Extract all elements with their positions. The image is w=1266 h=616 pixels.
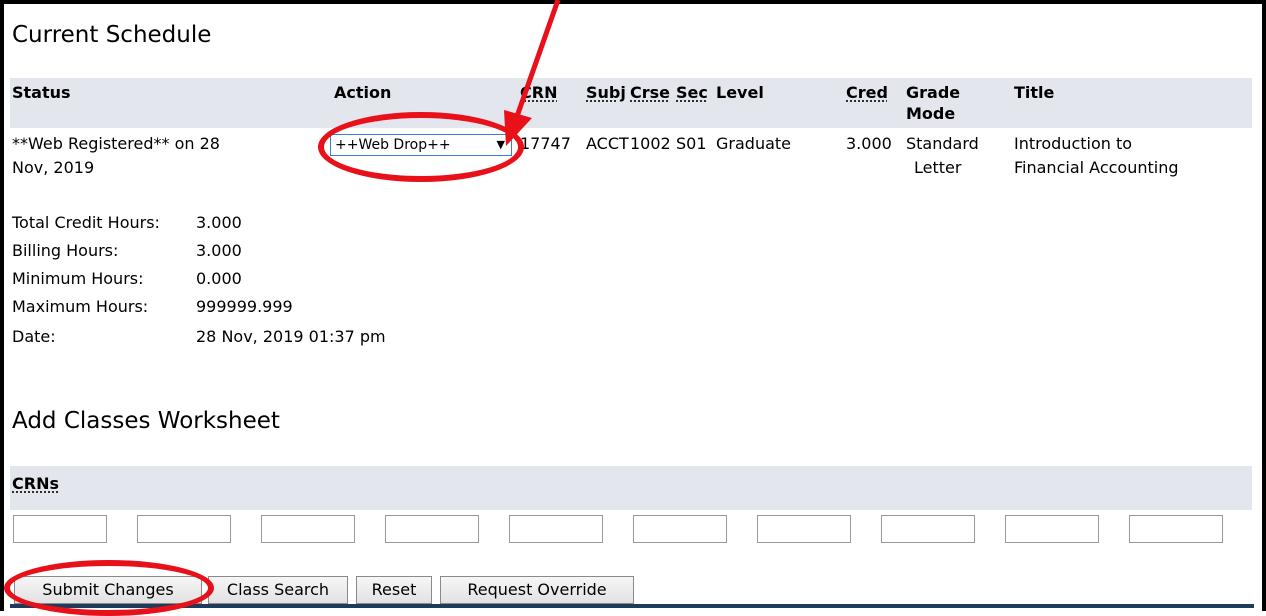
arrow-head-icon [504, 110, 532, 146]
arrow-shaft [512, 0, 561, 123]
annotation-arrow [504, 0, 561, 146]
